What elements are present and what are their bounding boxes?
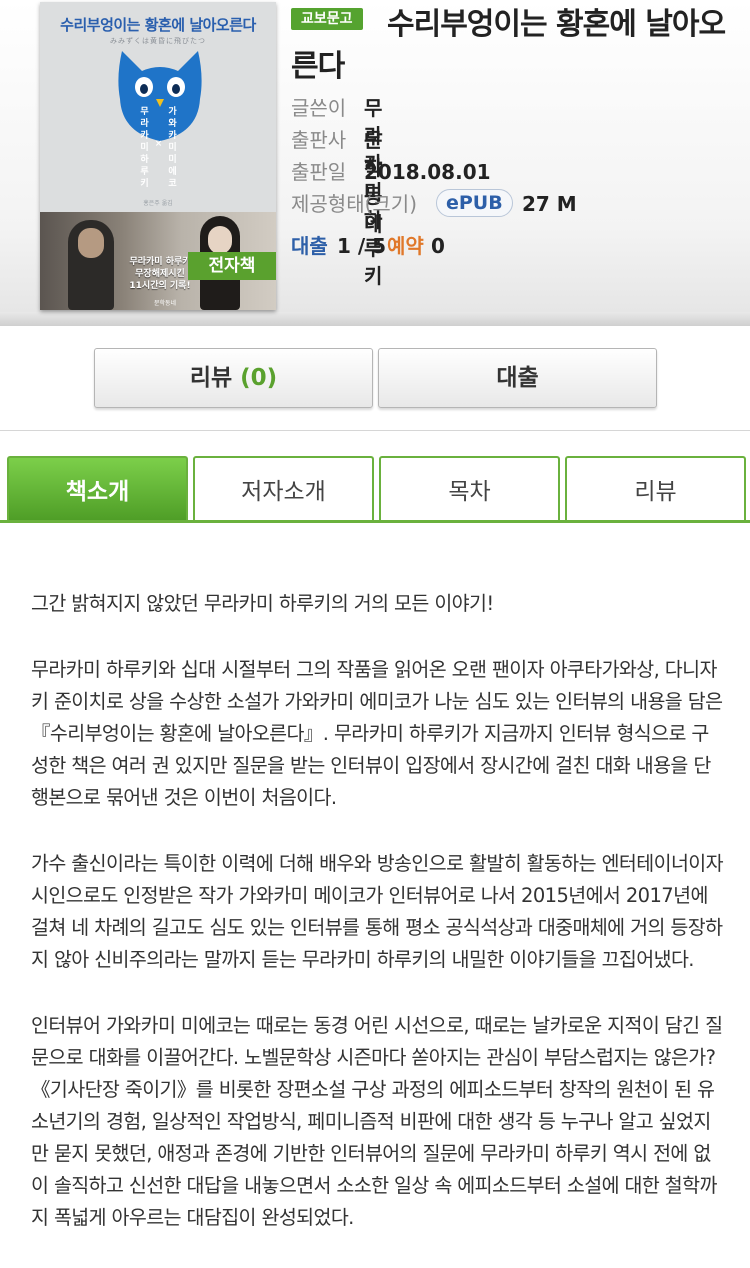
cover-char: 와 — [168, 119, 177, 129]
author-label: 글쓴이 — [291, 96, 347, 120]
loan-button-label: 대출 — [496, 365, 539, 391]
loan-button[interactable]: 대출 — [378, 348, 657, 408]
cover-char: 에 — [168, 167, 177, 177]
cover-person-left — [68, 220, 114, 310]
cover-char: 가 — [168, 107, 177, 117]
cover-vertical-author: 무 라 카 미 하 루 키 — [139, 106, 150, 190]
cover-char: 라 — [140, 119, 149, 129]
cover-char: 미 — [168, 143, 177, 153]
store-badge: 교보문고 — [291, 8, 363, 30]
cover-char: 미 — [168, 155, 177, 165]
publisher-label: 출판사 — [291, 128, 347, 152]
format-badge: ePUB — [436, 189, 513, 217]
reserve-count: 0 — [431, 234, 445, 258]
cover-char: 하 — [140, 155, 149, 165]
cover-times: × — [154, 139, 163, 149]
publisher-row: 출판사 문학동네 — [291, 126, 382, 236]
tab-contents[interactable]: 목차 — [379, 456, 560, 520]
date-value: 2018.08.01 — [364, 160, 491, 184]
description-paragraph: 그간 밝혀지지 않았던 무라카미 하루키의 거의 모든 이야기! — [31, 592, 494, 615]
cover-char: 코 — [168, 179, 177, 189]
review-button[interactable]: 리뷰 (0) — [94, 348, 373, 408]
review-button-label: 리뷰 — [189, 365, 233, 391]
file-size: 27 M — [522, 192, 577, 216]
format-row: 제공형태(크기) ePUB 27 M — [291, 189, 591, 218]
availability-row: 대출 1 / 5 예약 0 — [291, 232, 591, 260]
header-shadow — [0, 312, 750, 326]
cover-translator: 홍은주 옮김 — [143, 200, 173, 207]
owl-icon — [118, 51, 202, 141]
date-row: 출판일 2018.08.01 — [291, 158, 491, 186]
cover-char: 카 — [140, 131, 149, 141]
cover-publisher-logo: 문학동네 — [154, 300, 177, 307]
format-label: 제공형태(크기) — [291, 192, 418, 216]
loan-count: 1 / 5 — [337, 234, 387, 258]
review-count: (0) — [240, 365, 278, 391]
cover-vertical-interviewer: 가 와 카 미 미 에 코 — [167, 106, 178, 190]
book-description: 그간 밝혀지지 않았던 무라카미 하루키의 거의 모든 이야기! 무라카미 하루… — [31, 588, 724, 1268]
cover-char: 무 — [140, 107, 149, 117]
cover-char: 키 — [140, 179, 149, 189]
cover-subtitle: みみずくは黄昏に飛びたつ — [110, 37, 206, 45]
date-label: 출판일 — [291, 160, 347, 184]
section-divider — [0, 430, 750, 431]
cover-title: 수리부엉이는 황혼에 날아오른다 — [60, 16, 256, 34]
reserve-label: 예약 — [387, 234, 424, 258]
tab-underline — [0, 520, 750, 523]
cover-char: 카 — [168, 131, 177, 141]
description-paragraph: 인터뷰어 가와카미 미에코는 때로는 동경 어린 시선으로, 때로는 날카로운 … — [31, 1014, 723, 1229]
cover-char: 루 — [140, 167, 149, 177]
ebook-badge: 전자책 — [188, 252, 276, 280]
tab-reviews[interactable]: 리뷰 — [565, 456, 746, 520]
cover-char: 미 — [140, 143, 149, 153]
tab-book-intro[interactable]: 책소개 — [7, 456, 188, 520]
loan-label: 대출 — [291, 234, 328, 258]
description-paragraph: 무라카미 하루키와 십대 시절부터 그의 작품을 읽어온 오랜 팬이자 아쿠타가… — [31, 658, 723, 809]
tab-author-intro[interactable]: 저자소개 — [193, 456, 374, 520]
author-row: 글쓴이 무라카미 하루키 — [291, 94, 382, 288]
description-paragraph: 가수 출신이라는 특이한 이력에 더해 배우와 방송인으로 활발히 활동하는 엔… — [31, 852, 724, 971]
